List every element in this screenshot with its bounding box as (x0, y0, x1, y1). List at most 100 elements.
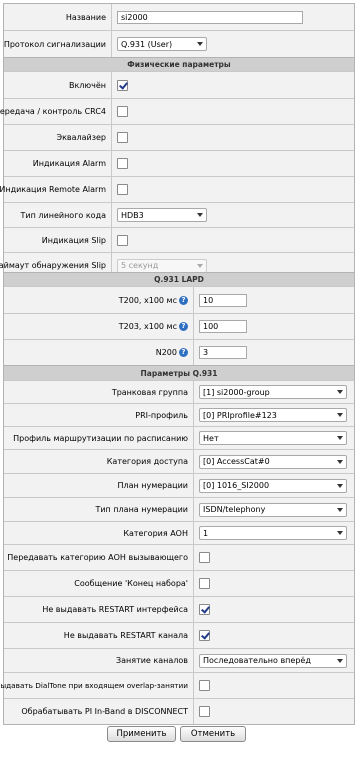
end-dial-checkbox[interactable] (199, 578, 210, 589)
pri-row: PRI-профиль [0] PRIprofile#123 (4, 403, 354, 426)
cancel-button[interactable]: Отменить (180, 726, 246, 742)
alarm-checkbox[interactable] (117, 158, 128, 169)
protocol-label: Протокол сигнализации (4, 31, 112, 57)
access-row: Категория доступа [0] AccessCat#0 (4, 449, 354, 473)
slip-row: Индикация Slip (4, 227, 354, 252)
chevron-down-icon (337, 436, 343, 440)
crc4-label: Передача / контроль CRC4 (0, 99, 112, 124)
crc4-checkbox[interactable] (117, 106, 128, 117)
crc4-row: Передача / контроль CRC4 (0, 98, 354, 124)
remote-alarm-label: Индикация Remote Alarm (0, 177, 112, 202)
t200-label: T200, x100 мс? (4, 287, 194, 313)
numplan-type-row: Тип плана нумерации ISDN/telephony (4, 497, 354, 521)
chan-seize-label: Занятие каналов (4, 649, 194, 672)
protocol-value: Q.931 (User) (121, 39, 173, 49)
slip-checkbox[interactable] (117, 234, 128, 246)
enabled-row: Включён (4, 71, 354, 98)
chevron-down-icon (337, 658, 343, 663)
n200-input[interactable]: 3 (199, 346, 247, 359)
end-dial-row: Сообщение 'Конец набора' (4, 570, 354, 596)
equalizer-row: Эквалайзер (4, 124, 354, 150)
aon-label: Категория АОН (4, 522, 194, 544)
stream-settings-panel: Название si2000 Протокол сигнализации Q.… (0, 3, 355, 279)
numplan-type-label: Тип плана нумерации (4, 498, 194, 521)
remote-alarm-checkbox[interactable] (117, 184, 128, 195)
pri-select[interactable]: [0] PRIprofile#123 (199, 408, 347, 422)
t203-label-text: T203, x100 мс (118, 322, 177, 331)
send-aon-row: Передавать категорию АОН вызывающего (4, 544, 354, 570)
pi-inband-checkbox[interactable] (199, 706, 210, 717)
protocol-row: Протокол сигнализации Q.931 (User) (4, 30, 354, 57)
pri-value: [0] PRIprofile#123 (203, 410, 277, 420)
chevron-down-icon (337, 390, 343, 394)
no-restart-ch-label: Не выдавать RESTART канала (4, 623, 194, 648)
no-restart-ch-checkbox[interactable] (199, 630, 210, 641)
aon-select[interactable]: 1 (199, 526, 347, 540)
alarm-label: Индикация Alarm (4, 151, 112, 176)
chevron-down-icon (197, 263, 203, 268)
q931-settings-panel: Q.931 LAPD T200, x100 мс? 10 T203, x100 … (0, 272, 355, 725)
help-icon[interactable]: ? (179, 348, 188, 357)
equalizer-checkbox[interactable] (117, 132, 128, 143)
trunk-label: Транковая группа (4, 381, 194, 403)
slip-timeout-value: 5 секунд (121, 261, 159, 270)
t200-row: T200, x100 мс? 10 (4, 286, 354, 313)
sched-select[interactable]: Нет (199, 431, 347, 445)
numplan-value: [0] 1016_SI2000 (203, 481, 270, 490)
pri-label: PRI-профиль (4, 404, 194, 426)
chevron-down-icon (337, 507, 343, 512)
dialtone-label: Выдавать DialTone при входящем overlap-з… (0, 673, 194, 698)
t203-input[interactable]: 100 (199, 320, 247, 333)
numplan-type-select[interactable]: ISDN/telephony (199, 502, 347, 517)
slip-timeout-select[interactable]: 5 секунд (117, 258, 207, 273)
n200-label-text: N200 (155, 348, 177, 357)
n200-label: N200? (4, 340, 194, 365)
line-code-select[interactable]: HDB3 (117, 208, 207, 222)
chan-seize-row: Занятие каналов Последовательно вперёд (4, 648, 354, 672)
access-label: Категория доступа (4, 450, 194, 473)
t203-label: T203, x100 мс? (4, 314, 194, 339)
numplan-type-value: ISDN/telephony (203, 505, 266, 514)
numplan-row: План нумерации [0] 1016_SI2000 (4, 473, 354, 497)
pi-inband-label: Обрабатывать PI In-Band в DISCONNECT (4, 699, 194, 724)
equalizer-label: Эквалайзер (4, 125, 112, 150)
help-icon[interactable]: ? (179, 322, 188, 331)
lapd-header: Q.931 LAPD (4, 273, 354, 286)
chevron-down-icon (337, 413, 343, 417)
slip-label: Индикация Slip (4, 228, 112, 252)
t203-row: T203, x100 мс? 100 (4, 313, 354, 339)
name-input[interactable]: si2000 (117, 10, 303, 24)
dialtone-checkbox[interactable] (199, 680, 210, 691)
chevron-down-icon (337, 459, 343, 464)
numplan-select[interactable]: [0] 1016_SI2000 (199, 478, 347, 493)
no-restart-if-checkbox[interactable] (199, 604, 210, 615)
trunk-value: [1] si2000-group (203, 387, 270, 397)
apply-button[interactable]: Применить (107, 726, 176, 742)
n200-row: N200? 3 (4, 339, 354, 365)
access-select[interactable]: [0] AccessCat#0 (199, 454, 347, 469)
access-value: [0] AccessCat#0 (203, 457, 270, 466)
enabled-checkbox[interactable] (117, 79, 128, 91)
no-restart-if-label: Не выдавать RESTART интерфейса (4, 597, 194, 622)
name-label: Название (4, 4, 112, 30)
sched-label: Профиль маршрутизации по расписанию (4, 427, 194, 449)
no-restart-ch-row: Не выдавать RESTART канала (4, 622, 354, 648)
chan-seize-select[interactable]: Последовательно вперёд (199, 653, 347, 668)
chevron-down-icon (337, 531, 343, 535)
send-aon-checkbox[interactable] (199, 552, 210, 563)
chevron-down-icon (197, 213, 203, 217)
t200-input[interactable]: 10 (199, 293, 247, 307)
chevron-down-icon (337, 483, 343, 488)
help-icon[interactable]: ? (179, 295, 188, 305)
numplan-label: План нумерации (4, 474, 194, 497)
sched-row: Профиль маршрутизации по расписанию Нет (4, 426, 354, 449)
trunk-row: Транковая группа [1] si2000-group (4, 380, 354, 403)
pi-inband-row: Обрабатывать PI In-Band в DISCONNECT (4, 698, 354, 724)
protocol-select[interactable]: Q.931 (User) (117, 37, 207, 51)
trunk-select[interactable]: [1] si2000-group (199, 385, 347, 399)
chan-seize-value: Последовательно вперёд (203, 656, 311, 665)
dialtone-row: Выдавать DialTone при входящем overlap-з… (0, 672, 354, 698)
line-code-label: Тип линейного кода (4, 203, 112, 227)
alarm-row: Индикация Alarm (4, 150, 354, 176)
line-code-row: Тип линейного кода HDB3 (4, 202, 354, 227)
